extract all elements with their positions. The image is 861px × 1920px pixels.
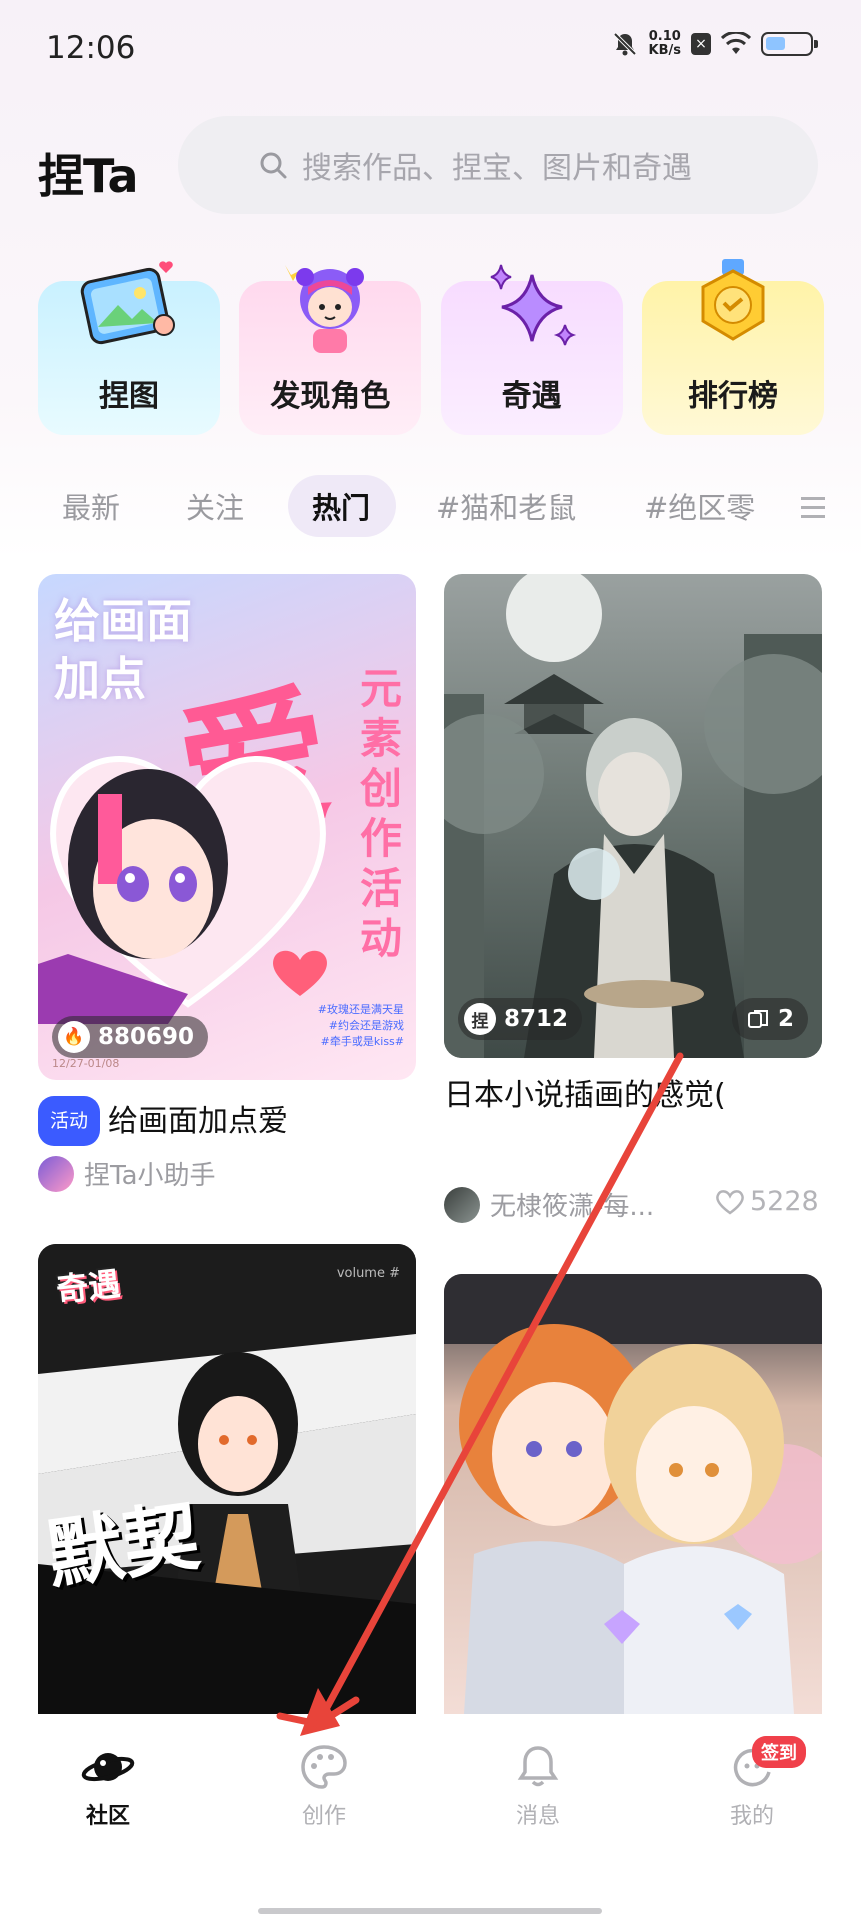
quick-entry-label: 发现角色 xyxy=(270,379,391,414)
poster-vertical-text: 元素创作活动 xyxy=(360,664,403,963)
header: 捏Ta 搜索作品、捏宝、图片和奇遇 xyxy=(0,116,861,220)
status-icons: 0.10 KB/s × xyxy=(611,29,818,58)
adventure-badge: 奇遇 xyxy=(54,1264,123,1310)
nav-label: 创作 xyxy=(301,1804,346,1829)
quick-entry-pinch-image[interactable]: 捏图 xyxy=(38,255,220,435)
illustration-art xyxy=(38,1244,416,1714)
bottom-navigation: 社区 创作 消息 签到 我的 xyxy=(0,1714,861,1920)
card-author[interactable]: 捏Ta小助手 xyxy=(38,1155,216,1192)
copies-badge: 2 xyxy=(731,998,808,1040)
mute-icon xyxy=(613,32,636,56)
character-icon xyxy=(285,265,365,353)
tab-latest[interactable]: 最新 xyxy=(62,485,120,527)
menu-icon[interactable] xyxy=(801,495,825,521)
search-input[interactable]: 搜索作品、捏宝、图片和奇遇 xyxy=(178,116,818,214)
poster-date: 12/27-01/08 xyxy=(52,1057,120,1070)
quick-entry-discover-character[interactable]: 发现角色 xyxy=(239,255,422,435)
fire-icon: 🔥 xyxy=(58,1021,90,1053)
nav-messages[interactable]: 消息 xyxy=(468,1744,608,1830)
feed-card-adventure-image[interactable]: 奇遇 volume # 默契 xyxy=(38,1244,416,1714)
no-sim-icon: × xyxy=(691,33,711,55)
net-speed: 0.10 KB/s xyxy=(648,29,681,58)
status-time: 12:06 xyxy=(46,30,136,66)
search-placeholder: 搜索作品、捏宝、图片和奇遇 xyxy=(302,151,692,186)
tab-hot[interactable]: 热门 xyxy=(312,485,370,527)
feed-card-activity-image[interactable]: 给画面 加点 爱 元素创作活动 #玫瑰还是满天星 #约会还是游戏 #牵手或是ki… xyxy=(38,574,416,1080)
quick-entry-label: 捏图 xyxy=(99,379,159,414)
nav-label: 社区 xyxy=(85,1804,130,1829)
pinch-icon: 捏 xyxy=(464,1003,496,1035)
nav-label: 消息 xyxy=(515,1804,560,1829)
nav-community[interactable]: 社区 xyxy=(38,1744,178,1830)
battery-fill xyxy=(766,37,785,50)
quick-entry-label: 奇遇 xyxy=(501,379,562,414)
status-bar: 12:06 0.10 KB/s × xyxy=(0,0,861,100)
checkin-badge[interactable]: 签到 xyxy=(752,1736,806,1768)
pinch-count-badge: 捏 8712 xyxy=(458,998,583,1040)
activity-tag: 活动 xyxy=(38,1096,101,1146)
nav-label: 我的 xyxy=(729,1804,774,1829)
avatar xyxy=(38,1155,74,1192)
palette-icon xyxy=(301,1745,347,1789)
card-title-activity[interactable]: 活动 给画面加点爱 xyxy=(38,1096,416,1146)
nav-profile[interactable]: 签到 我的 xyxy=(682,1736,822,1830)
poster-hashtags: #玫瑰还是满天星 #约会还是游戏 #牵手或是kiss# xyxy=(317,1003,404,1048)
quick-entry-adventure[interactable]: 奇遇 xyxy=(440,255,623,435)
card-author[interactable]: 无棣筱潇-每... xyxy=(444,1186,654,1223)
small-heart-icon xyxy=(273,950,327,996)
illustration-art xyxy=(444,574,822,1058)
heat-badge: 🔥 880690 xyxy=(52,1016,209,1058)
heart-icon xyxy=(716,1189,744,1215)
planet-icon xyxy=(81,1753,135,1782)
sparkle-icon xyxy=(490,264,576,346)
nav-create[interactable]: 创作 xyxy=(254,1744,394,1830)
quick-entry-leaderboard[interactable]: 排行榜 xyxy=(641,255,824,435)
feed-tabs: 最新 关注 热门 #猫和老鼠 #绝区零 xyxy=(0,475,861,545)
tab-following[interactable]: 关注 xyxy=(186,485,244,527)
feed-card-novel-illustration-image[interactable]: 捏 8712 2 xyxy=(444,574,822,1058)
tab-tom-and-jerry[interactable]: #猫和老鼠 xyxy=(436,485,576,527)
illustration-art xyxy=(444,1274,822,1714)
search-icon xyxy=(260,152,287,179)
quick-entry-label: 排行榜 xyxy=(687,379,778,414)
app-logo: 捏Ta xyxy=(38,149,138,203)
feed-card-couple-image[interactable] xyxy=(444,1274,822,1714)
poster-big-text: 默契 xyxy=(41,1490,205,1601)
image-icon xyxy=(80,261,175,345)
bell-icon xyxy=(517,1746,559,1787)
copy-icon xyxy=(747,1010,768,1028)
avatar xyxy=(444,1186,480,1223)
quick-entries: 捏图 发现角色 奇遇 排行榜 xyxy=(38,255,824,435)
wifi-icon xyxy=(721,32,751,54)
tab-zenless-zone-zero[interactable]: #绝区零 xyxy=(644,485,755,527)
battery-icon xyxy=(761,32,818,56)
card-title-novel-illustration[interactable]: 日本小说插画的感觉( xyxy=(444,1076,822,1116)
home-indicator xyxy=(258,1908,602,1914)
medal-icon xyxy=(701,259,765,341)
volume-label: volume # xyxy=(336,1266,400,1281)
like-button[interactable]: 5228 xyxy=(716,1186,819,1217)
